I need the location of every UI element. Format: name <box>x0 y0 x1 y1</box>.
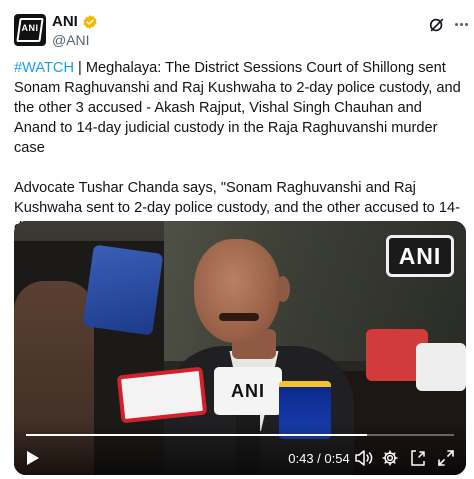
video-frame-speaker-ear <box>276 276 290 302</box>
video-frame-ani-mic: ANI <box>214 367 282 415</box>
ani-watermark-logo: ANI <box>386 235 454 277</box>
video-player[interactable]: ANI ANI 0:43 / 0:54 <box>14 221 466 475</box>
video-frame-white-mic <box>416 343 466 391</box>
settings-button[interactable] <box>380 448 400 468</box>
avatar-logo-text: ANI <box>21 23 39 33</box>
more-options-icon[interactable] <box>452 14 470 34</box>
video-frame-blue-mic <box>82 244 164 336</box>
author-handle[interactable]: @ANI <box>52 32 90 48</box>
tweet-card: ANI ANI @ANI #WATCH | Meghalaya: The Dis… <box>0 0 474 479</box>
ani-mic-label: ANI <box>231 380 265 401</box>
tweet-paragraph-1-text: | Meghalaya: The District Sessions Court… <box>14 60 461 156</box>
hashtag-link[interactable]: #WATCH <box>14 60 74 76</box>
verified-badge-icon <box>83 14 97 29</box>
avatar[interactable]: ANI <box>14 14 46 46</box>
grok-icon[interactable] <box>428 16 446 34</box>
picture-in-picture-icon <box>411 450 425 466</box>
author-name[interactable]: ANI <box>52 13 78 30</box>
play-icon <box>27 451 39 465</box>
volume-icon <box>355 450 373 466</box>
video-frame-speaker-head <box>194 239 280 343</box>
play-button[interactable] <box>24 448 42 468</box>
video-time-display: 0:43 / 0:54 <box>288 450 350 466</box>
tweet-paragraph-1: #WATCH | Meghalaya: The District Session… <box>14 58 466 158</box>
fullscreen-icon <box>438 450 454 466</box>
tweet-text: #WATCH | Meghalaya: The District Session… <box>14 58 466 238</box>
more-dot <box>454 22 458 26</box>
video-progress-fill <box>26 434 367 436</box>
more-dot <box>464 22 468 26</box>
fullscreen-button[interactable] <box>436 448 456 468</box>
author-name-row: ANI <box>52 13 98 30</box>
settings-gear-icon <box>382 450 398 466</box>
picture-in-picture-button[interactable] <box>408 448 428 468</box>
video-frame-speaker-mustache <box>219 313 259 321</box>
more-dot <box>459 22 463 26</box>
video-frame-mic-red-frame <box>116 366 208 424</box>
ani-watermark-text: ANI <box>398 242 442 269</box>
volume-button[interactable] <box>354 448 374 468</box>
video-progress-bar[interactable] <box>26 434 454 436</box>
